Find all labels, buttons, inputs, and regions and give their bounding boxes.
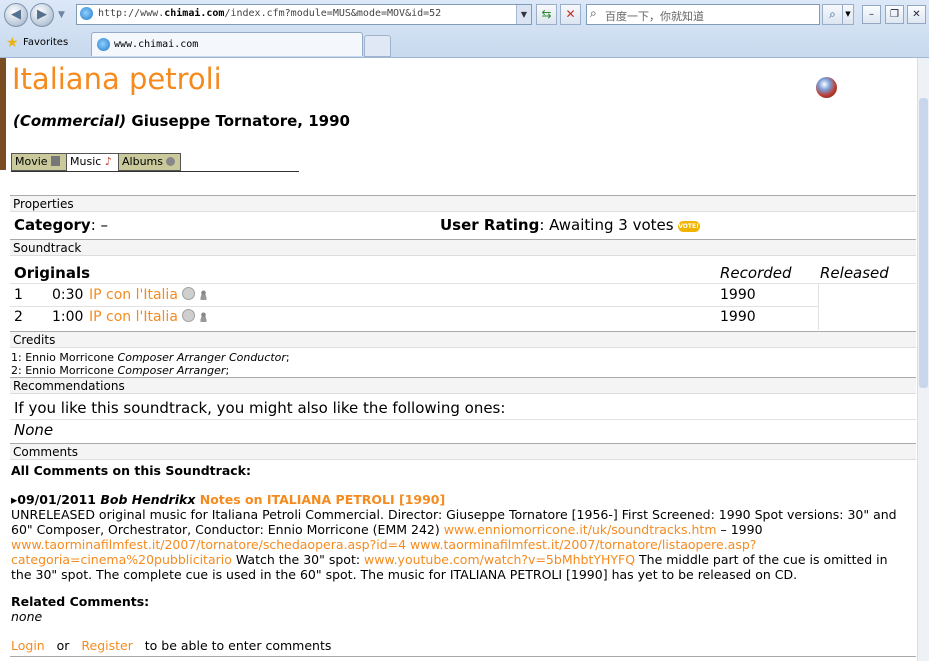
credits-header: Credits — [10, 331, 916, 348]
search-engine-icon: ⌕ — [590, 6, 597, 20]
browser-chrome: ◀ ▶ ▼ http://www.chimai.com/index.cfm?mo… — [0, 0, 929, 58]
vote-badge[interactable]: VOTE! — [677, 221, 700, 232]
stop-icon[interactable]: ✕ — [560, 4, 581, 25]
user-rating-field: User Rating: Awaiting 3 votes VOTE! — [440, 216, 700, 234]
web-page: Italiana petroli (Commercial) Giuseppe T… — [0, 58, 929, 661]
listen-icon[interactable] — [181, 287, 195, 300]
scrollbar-thumb[interactable] — [919, 98, 928, 388]
row-divider — [10, 283, 916, 284]
search-go-icon[interactable]: ⌕ — [822, 4, 843, 25]
page-subtitle: (Commercial) Giuseppe Tornatore, 1990 — [13, 112, 350, 130]
register-link[interactable]: Register — [81, 638, 132, 653]
recommendations-text: If you like this soundtrack, you might a… — [14, 399, 506, 417]
listen-icon[interactable] — [181, 309, 195, 322]
properties-header: Properties — [10, 195, 916, 212]
refresh-icon[interactable]: ⇆ — [536, 4, 557, 25]
disc-icon — [166, 157, 176, 166]
recommendations-none: None — [14, 421, 54, 439]
tab-albums[interactable]: Albums — [118, 153, 181, 171]
login-prompt: Login or Register to be able to enter co… — [11, 638, 332, 653]
row-divider — [10, 306, 818, 307]
close-icon[interactable]: ✕ — [907, 5, 926, 24]
film-icon — [51, 156, 61, 166]
related-comments-none: none — [11, 609, 43, 624]
originals-label: Originals — [14, 264, 91, 282]
page-title: Italiana petroli — [12, 62, 222, 96]
forward-button[interactable]: ▶ — [30, 3, 54, 27]
bottom-divider — [10, 656, 916, 657]
released-column-header: Released — [820, 264, 889, 282]
music-note-icon: ♪ — [104, 155, 112, 168]
credit-line: 1: Ennio Morricone Composer Arranger Con… — [11, 351, 290, 364]
address-bar[interactable]: http://www.chimai.com/index.cfm?module=M… — [76, 4, 532, 25]
comment-heading: ▸09/01/2011 Bob Hendrikx Notes on ITALIA… — [11, 492, 446, 507]
address-url: http://www.chimai.com/index.cfm?module=M… — [98, 8, 442, 19]
row-divider — [10, 419, 916, 420]
tab-movie[interactable]: Movie — [11, 153, 67, 171]
favorites-bar: ★ Favorites www.chimai.com — [0, 30, 929, 57]
recommendations-header: Recommendations — [10, 377, 916, 394]
external-link[interactable]: www.enniomorricone.it/uk/soundtracks.htm — [444, 522, 717, 537]
credit-line: 2: Ennio Morricone Composer Arranger; — [11, 364, 230, 377]
restore-icon[interactable]: ❐ — [885, 5, 904, 24]
minimize-icon[interactable]: – — [862, 5, 881, 24]
address-dropdown-icon[interactable]: ▼ — [516, 5, 531, 24]
category-field: Category: – — [14, 216, 109, 234]
external-link[interactable]: www.youtube.com/watch?v=5bMhbtYHYFQ — [364, 552, 635, 567]
all-comments-label: All Comments on this Soundtrack: — [11, 463, 251, 478]
history-dropdown-icon[interactable]: ▼ — [58, 10, 65, 20]
browser-tab[interactable]: www.chimai.com — [91, 32, 363, 56]
track-link[interactable]: IP con l'Italia — [89, 287, 178, 303]
ie-page-icon — [80, 7, 93, 20]
column-divider — [818, 284, 819, 330]
recorded-column-header: Recorded — [720, 264, 792, 282]
tabs-underline — [11, 171, 299, 172]
login-link[interactable]: Login — [11, 638, 45, 653]
comment-body: UNRELEASED original music for Italiana P… — [11, 507, 897, 582]
related-comments-label: Related Comments: — [11, 594, 150, 609]
search-options-icon[interactable]: ▼ — [842, 4, 854, 25]
comment-title-link[interactable]: Notes on ITALIANA PETROLI [1990] — [200, 492, 445, 507]
soundtrack-header: Soundtrack — [10, 239, 916, 256]
search-input[interactable]: ⌕ 百度一下，你就知道 — [586, 4, 820, 25]
back-button[interactable]: ◀ — [4, 3, 28, 27]
comments-header: Comments — [10, 443, 916, 460]
person-icon[interactable] — [198, 312, 208, 322]
globe-icon[interactable] — [816, 77, 837, 98]
track-link[interactable]: IP con l'Italia — [89, 309, 178, 325]
person-icon[interactable] — [198, 290, 208, 300]
tab-music[interactable]: Music ♪ — [66, 153, 120, 171]
external-link[interactable]: www.taorminafilmfest.it/2007/tornatore/s… — [11, 537, 406, 552]
favorites-button[interactable]: Favorites — [23, 37, 68, 48]
favorites-star-icon[interactable]: ★ — [6, 35, 19, 51]
new-tab-button[interactable] — [364, 35, 391, 57]
ie-tab-icon — [97, 38, 110, 51]
left-decoration — [0, 58, 6, 170]
